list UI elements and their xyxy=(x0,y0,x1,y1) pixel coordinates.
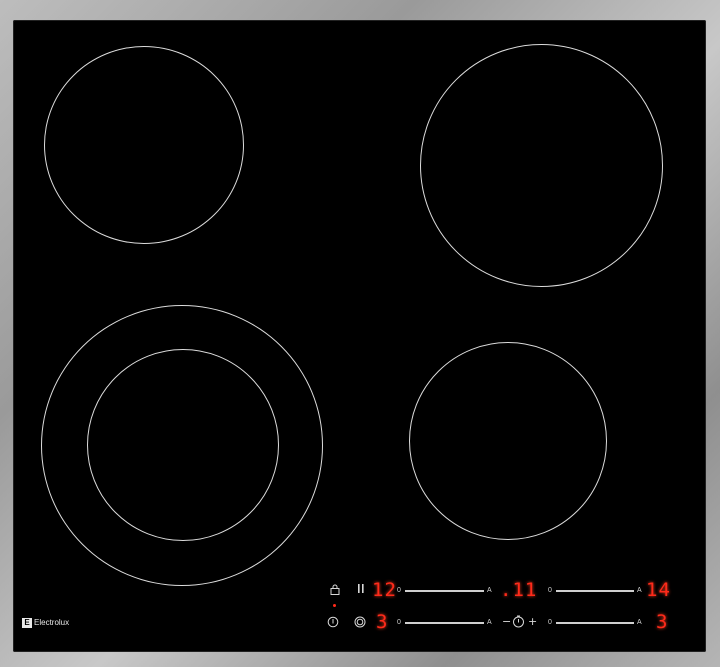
timer-plus-button[interactable]: + xyxy=(528,616,537,628)
zone-4-power-display: 3 xyxy=(656,611,669,633)
pause-icon[interactable] xyxy=(357,583,365,597)
slider-1[interactable] xyxy=(405,590,484,592)
slider-3-auto-label: A xyxy=(487,619,492,626)
slider-1-min-label: 0 xyxy=(397,587,401,594)
brand-logo: E Electrolux xyxy=(22,618,69,628)
zone-back-right xyxy=(420,44,663,287)
electrolux-logo-icon: E xyxy=(22,618,32,628)
zone-2-power-display: 14 xyxy=(646,579,671,601)
lock-indicator-led xyxy=(333,604,336,607)
timer-icon[interactable] xyxy=(512,615,525,631)
zone-3-power-display: 3 xyxy=(376,611,389,633)
timer-minus-button[interactable]: − xyxy=(502,616,511,628)
brand-name: Electrolux xyxy=(34,618,70,628)
slider-3-min-label: 0 xyxy=(397,619,401,626)
slider-3[interactable] xyxy=(405,622,484,624)
slider-2-auto-label: A xyxy=(637,587,642,594)
slider-4-auto-label: A xyxy=(637,619,642,626)
timer-display: .11 xyxy=(500,579,538,601)
zone-front-right xyxy=(409,342,607,540)
zone-back-left xyxy=(44,46,244,244)
power-icon[interactable] xyxy=(327,616,339,631)
slider-4[interactable] xyxy=(556,622,634,624)
slider-1-auto-label: A xyxy=(487,587,492,594)
lock-icon[interactable] xyxy=(330,584,340,598)
slider-4-min-label: 0 xyxy=(548,619,552,626)
zone-1-power-display: 12 xyxy=(372,579,397,601)
zone-front-left-inner-ring xyxy=(87,349,279,541)
slider-2-min-label: 0 xyxy=(548,587,552,594)
slider-2[interactable] xyxy=(556,590,634,592)
dual-zone-icon[interactable] xyxy=(354,616,366,631)
